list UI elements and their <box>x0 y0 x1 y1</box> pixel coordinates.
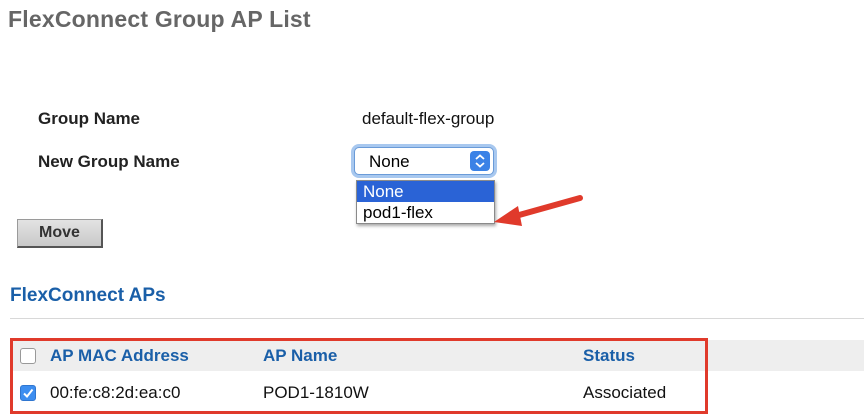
dropdown-option-pod1-flex[interactable]: pod1-flex <box>357 202 494 223</box>
move-button[interactable]: Move <box>17 219 103 248</box>
new-group-name-label: New Group Name <box>38 152 180 171</box>
select-current-value: None <box>369 152 410 171</box>
new-group-name-select[interactable]: None <box>354 147 494 175</box>
dropdown-option-none[interactable]: None <box>357 181 494 202</box>
group-name-label: Group Name <box>38 109 141 128</box>
group-dropdown-list: None pod1-flex <box>356 180 495 224</box>
page-title: FlexConnect Group AP List <box>8 6 311 32</box>
section-title-flexconnect-aps: FlexConnect APs <box>10 285 166 306</box>
group-name-value: default-flex-group <box>362 109 495 128</box>
highlight-box <box>10 338 708 414</box>
section-divider <box>10 318 864 319</box>
updown-chevron-icon <box>470 151 490 171</box>
red-arrow-icon <box>494 195 583 226</box>
